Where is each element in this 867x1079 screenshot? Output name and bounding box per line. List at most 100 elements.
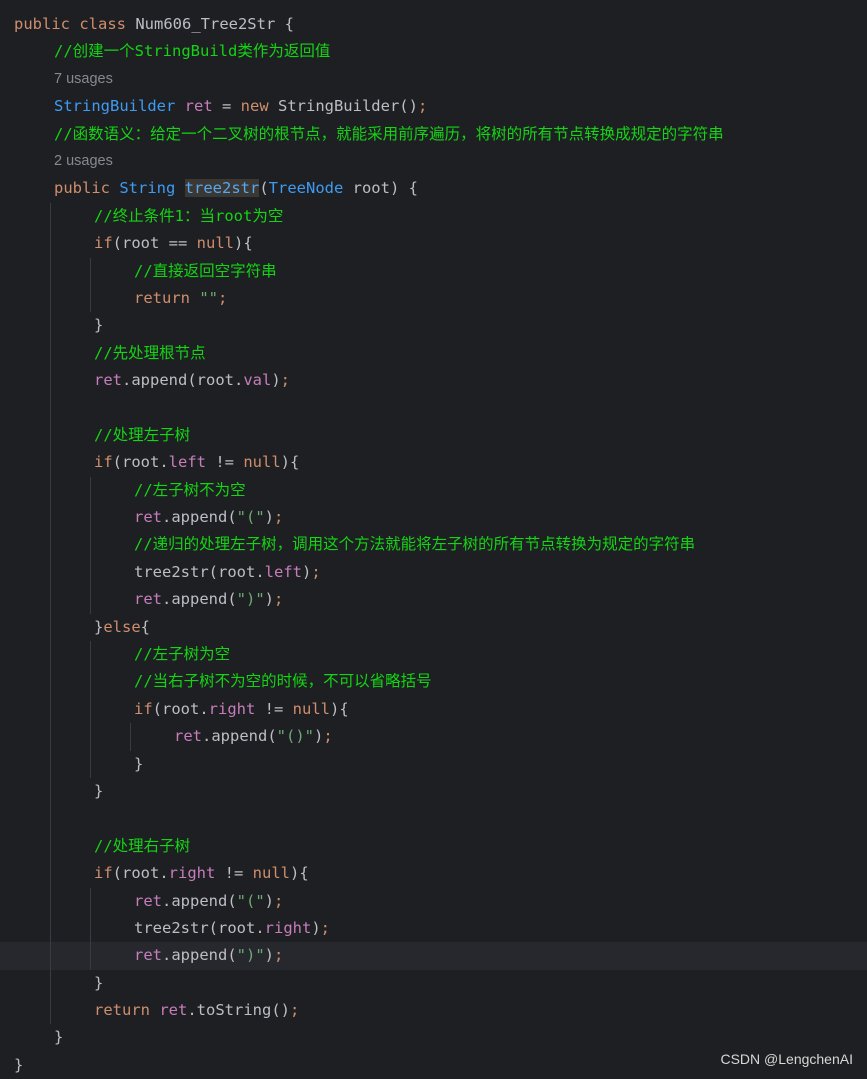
code-token: .append( <box>162 946 237 965</box>
code-line: public String tree2str(TreeNode root) { <box>0 175 867 202</box>
code-text: ret.append(")"); <box>134 942 283 969</box>
code-token: null <box>243 453 281 472</box>
indent-guide <box>50 504 51 532</box>
indent-guide <box>50 832 51 861</box>
code-token: //处理右子树 <box>94 836 191 855</box>
code-text: //函数语义：给定一个二叉树的根节点，就能采用前序遍历，将树的所有节点转换成规定… <box>54 121 724 148</box>
code-token: //左子树为空 <box>134 644 231 663</box>
indent-guide <box>50 668 51 696</box>
code-token: if <box>134 699 153 718</box>
indent-guide <box>50 558 51 587</box>
code-text: //先处理根节点 <box>94 340 206 367</box>
code-token: ")" <box>236 590 265 609</box>
code-token: { <box>140 617 151 636</box>
code-editor[interactable]: public class Num606_Tree2Str {//创建一个Stri… <box>0 11 867 1079</box>
indent-guide <box>90 640 91 669</box>
csdn-watermark: CSDN @LengchenAI <box>720 1051 853 1067</box>
code-token: .append(root. <box>122 371 244 390</box>
usages-hint[interactable]: 7 usages <box>0 66 867 93</box>
indent-guide <box>50 723 51 751</box>
code-token: .toString() <box>187 1001 290 1020</box>
code-line: }else{ <box>0 613 867 641</box>
indent-guide <box>50 586 51 614</box>
code-token: if <box>94 234 113 253</box>
code-line: if(root.left != null){ <box>0 449 867 477</box>
indent-guide <box>130 723 131 751</box>
code-text: //处理左子树 <box>94 422 190 449</box>
code-token: ; <box>274 946 284 965</box>
code-token: (root. <box>112 864 169 883</box>
code-line: //先处理根节点 <box>0 339 867 368</box>
code-line: ret.append("()"); <box>0 723 867 751</box>
code-token: null <box>252 864 290 883</box>
code-token: ){ <box>234 234 253 253</box>
code-text: //左子树为空 <box>134 641 230 668</box>
code-text: if(root.right != null){ <box>94 860 309 887</box>
code-token: return <box>94 1001 160 1020</box>
code-line: ret.append(")"); <box>0 586 867 614</box>
indent-guide <box>50 202 51 231</box>
code-line: //左子树为空 <box>0 640 867 669</box>
indent-guide <box>50 339 51 368</box>
code-token: //递归的处理左子树，调用这个方法就能将左子树的所有节点转换为规定的字符串 <box>134 535 696 554</box>
code-token: val <box>243 371 272 390</box>
code-line: //处理右子树 <box>0 832 867 861</box>
code-token: "(" <box>236 508 265 527</box>
code-token: //直接返回空字符串 <box>134 261 277 280</box>
code-token: } <box>14 1055 24 1074</box>
code-line: //函数语义：给定一个二叉树的根节点，就能采用前序遍历，将树的所有节点转换成规定… <box>0 121 867 148</box>
code-token: new <box>240 97 269 116</box>
code-line: } <box>0 312 867 340</box>
indent-guide <box>90 723 91 751</box>
usages-hint[interactable]: 2 usages <box>0 148 867 175</box>
indent-guide <box>50 613 51 641</box>
code-token: right <box>264 918 312 937</box>
indent-guide <box>90 531 91 559</box>
code-line: } <box>0 777 867 806</box>
code-line: //左子树不为空 <box>0 476 867 505</box>
code-token: ) <box>301 562 312 581</box>
code-token: root) { <box>343 179 418 198</box>
code-text: } <box>94 778 103 805</box>
code-text: 7 usages <box>54 66 113 93</box>
code-token: ) <box>313 727 324 746</box>
code-token: ){ <box>280 453 300 472</box>
indent-guide <box>90 257 91 285</box>
indent-guide <box>90 942 91 970</box>
code-token: "()" <box>276 727 314 746</box>
code-text: //终止条件1：当root为空 <box>94 203 283 230</box>
code-token: TreeNode <box>268 179 344 198</box>
code-token: ) <box>264 891 274 910</box>
code-token: ){ <box>290 864 309 883</box>
code-line: return ret.toString(); <box>0 997 867 1025</box>
code-text: 2 usages <box>54 148 113 175</box>
code-line: //处理左子树 <box>0 421 867 450</box>
code-token: tree2str(root. <box>134 918 265 937</box>
code-text: //直接返回空字符串 <box>134 258 277 285</box>
code-text: } <box>54 1024 63 1051</box>
code-text: } <box>134 751 143 778</box>
code-line: //递归的处理左子树，调用这个方法就能将左子树的所有节点转换为规定的字符串 <box>0 531 867 559</box>
indent-guide <box>90 668 91 696</box>
code-text: }else{ <box>94 614 150 641</box>
code-token: String <box>119 179 185 198</box>
indent-guide <box>50 914 51 943</box>
code-token: ret <box>94 371 122 390</box>
indent-guide <box>50 230 51 258</box>
code-token: ; <box>274 508 284 527</box>
indent-guide <box>90 586 91 614</box>
code-token: .append( <box>162 590 237 609</box>
indent-guide <box>50 750 51 778</box>
code-line: //终止条件1：当root为空 <box>0 202 867 231</box>
code-line: } <box>0 1024 867 1051</box>
code-token: public class <box>14 15 136 33</box>
indent-guide <box>50 421 51 450</box>
indent-guide <box>50 997 51 1025</box>
code-token: ret <box>184 97 213 116</box>
code-token: //左子树不为空 <box>134 480 246 499</box>
code-token: 7 usages <box>54 70 113 87</box>
code-text: ret.append("("); <box>134 888 283 915</box>
code-token: ( <box>259 179 269 198</box>
code-token: .append( <box>162 891 237 910</box>
code-token: StringBuilder() <box>268 97 418 116</box>
